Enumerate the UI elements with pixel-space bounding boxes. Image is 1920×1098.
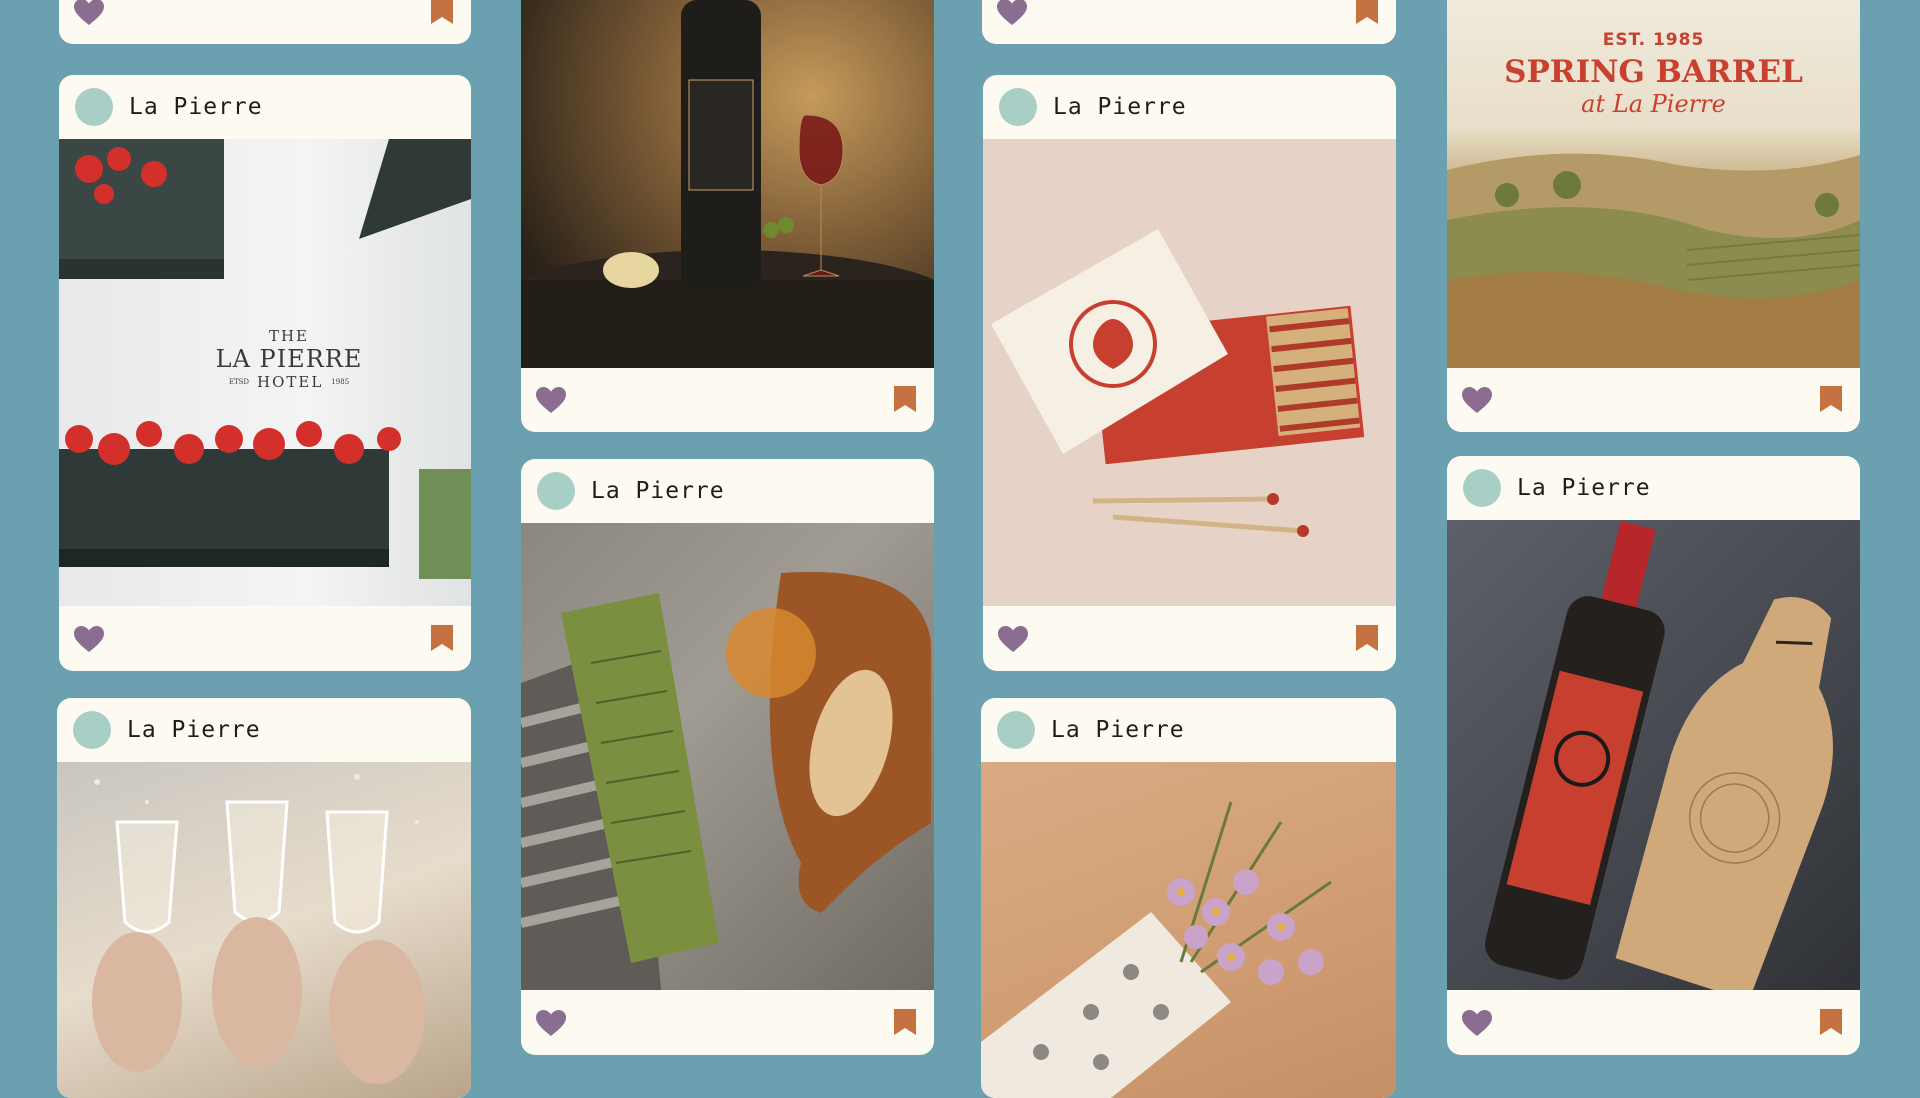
photo-est-text: EST. 1985 [1602,30,1705,50]
heart-icon[interactable] [535,386,567,414]
post-photo[interactable]: EST. 1985 SPRING BARREL at La Pierre [1447,0,1860,368]
account-handle[interactable]: La Pierre [129,94,263,120]
account-handle[interactable]: La Pierre [127,717,261,743]
post-actions [983,607,1396,671]
bookmark-icon[interactable] [431,625,453,651]
post-header: La Pierre [57,698,471,762]
hotel-sign-hotel: HOTEL [257,373,324,391]
post-photo[interactable] [521,0,934,368]
avatar[interactable] [1463,469,1501,507]
account-handle[interactable]: La Pierre [1517,475,1651,501]
heart-icon[interactable] [1461,1009,1493,1037]
hotel-sign-name: LA PIERRE [215,345,363,373]
post-actions [982,0,1396,44]
heart-icon[interactable] [1461,386,1493,414]
account-handle[interactable]: La Pierre [1051,717,1185,743]
bookmark-icon[interactable] [1356,0,1378,24]
heart-icon[interactable] [73,625,105,653]
bookmark-icon[interactable] [894,386,916,412]
post-card-top-partial-col3 [982,0,1396,44]
post-card-matches[interactable]: La Pierre [983,75,1396,671]
heart-icon[interactable] [997,625,1029,653]
hotel-sign-the: THE [268,327,310,345]
post-actions [59,0,471,44]
post-actions [521,368,934,432]
account-handle[interactable]: La Pierre [1053,94,1187,120]
wrapped-bottles-illustration [1485,521,1833,990]
post-card-wine-barrel[interactable] [521,0,934,432]
photo-title-text: SPRING BARREL [1504,54,1803,90]
hotel-sign-right: 1985 [331,378,350,386]
post-photo[interactable] [983,139,1396,606]
post-card-menu[interactable]: La Pierre [521,459,934,1055]
post-actions [59,607,471,671]
post-photo[interactable] [981,762,1396,1098]
post-card-bouquet[interactable]: La Pierre [981,698,1396,1098]
matchbox-illustration [991,229,1365,537]
heart-icon[interactable] [535,1009,567,1037]
avatar[interactable] [999,88,1037,126]
bookmark-icon[interactable] [1820,1009,1842,1035]
post-card-bottles[interactable]: La Pierre [1447,456,1860,1055]
heart-icon[interactable] [996,0,1028,26]
menu-illustration [521,571,931,990]
post-card-top-partial-col1 [59,0,471,44]
avatar[interactable] [997,711,1035,749]
post-photo[interactable]: THE LA PIERRE ETSD HOTEL 1985 [59,139,471,606]
avatar[interactable] [537,472,575,510]
heart-icon[interactable] [73,0,105,26]
post-actions [1447,368,1860,432]
bookmark-icon[interactable] [1356,625,1378,651]
post-actions [1447,991,1860,1055]
post-header: La Pierre [1447,456,1860,520]
post-header: La Pierre [59,75,471,139]
avatar[interactable] [73,711,111,749]
post-actions [521,991,934,1055]
avatar[interactable] [75,88,113,126]
bookmark-icon[interactable] [1820,386,1842,412]
post-photo[interactable] [521,523,934,990]
bookmark-icon[interactable] [894,1009,916,1035]
photo-sub-text: at La Pierre [1581,90,1726,118]
post-photo[interactable] [1447,520,1860,990]
account-handle[interactable]: La Pierre [591,478,725,504]
post-card-hotel[interactable]: La Pierre THE LA PIERRE ETSD HOTEL 1985 [59,75,471,671]
hotel-sign-left: ETSD [228,378,250,386]
bookmark-icon[interactable] [431,0,453,24]
post-card-toast[interactable]: La Pierre [57,698,471,1098]
post-header: La Pierre [521,459,934,523]
post-photo[interactable] [57,762,471,1098]
post-header: La Pierre [983,75,1396,139]
post-card-spring-barrel[interactable]: EST. 1985 SPRING BARREL at La Pierre [1447,0,1860,432]
wine-bottle-illustration [521,0,934,368]
bouquet-illustration [981,801,1332,1098]
post-header: La Pierre [981,698,1396,762]
toast-illustration [92,774,425,1084]
